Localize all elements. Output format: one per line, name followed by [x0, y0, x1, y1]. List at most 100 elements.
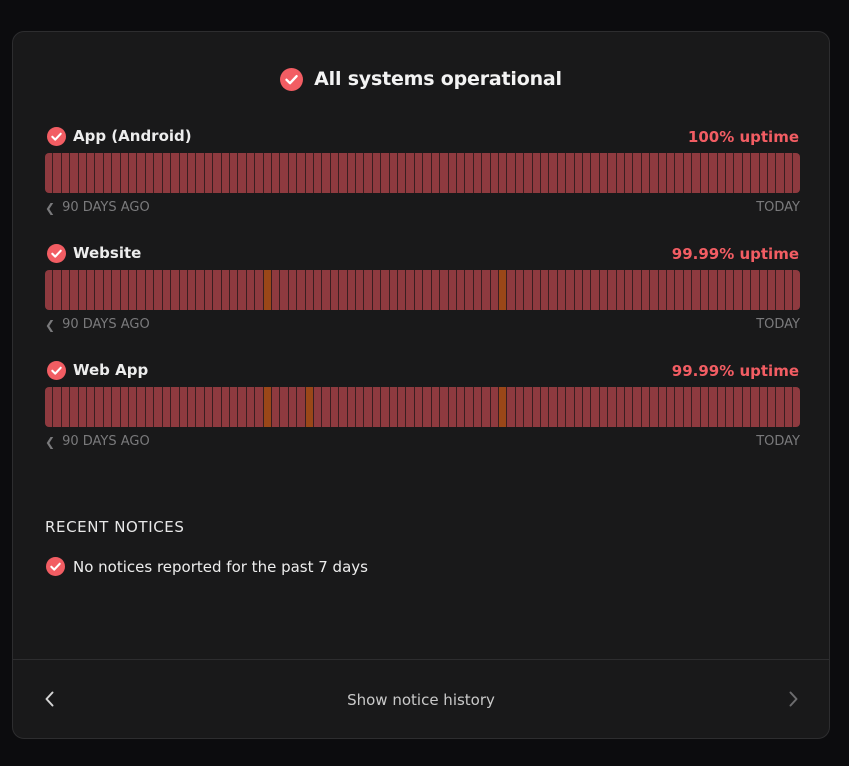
uptime-day[interactable]: [204, 270, 214, 310]
uptime-day[interactable]: [549, 153, 558, 193]
uptime-day[interactable]: [381, 153, 390, 193]
uptime-day[interactable]: [498, 153, 508, 193]
uptime-day[interactable]: [162, 387, 172, 427]
uptime-day[interactable]: [297, 270, 306, 310]
uptime-day[interactable]: [633, 387, 642, 427]
uptime-day[interactable]: [482, 387, 491, 427]
uptime-day[interactable]: [137, 387, 146, 427]
uptime-day[interactable]: [574, 270, 583, 310]
uptime-day[interactable]: [524, 270, 533, 310]
uptime-day[interactable]: [297, 387, 306, 427]
uptime-day[interactable]: [330, 270, 340, 310]
uptime-day[interactable]: [717, 153, 726, 193]
uptime-day[interactable]: [187, 387, 197, 427]
uptime-day[interactable]: [490, 387, 499, 427]
uptime-day[interactable]: [793, 387, 800, 427]
uptime-day[interactable]: [784, 270, 794, 310]
uptime-day[interactable]: [482, 153, 491, 193]
uptime-day[interactable]: [709, 153, 718, 193]
uptime-day[interactable]: [45, 153, 54, 193]
uptime-day[interactable]: [213, 270, 222, 310]
uptime-day[interactable]: [288, 153, 298, 193]
uptime-day[interactable]: [78, 270, 88, 310]
uptime-day[interactable]: [305, 153, 314, 193]
uptime-day[interactable]: [532, 153, 541, 193]
uptime-day[interactable]: [339, 153, 348, 193]
uptime-day[interactable]: [515, 270, 525, 310]
uptime-day[interactable]: [532, 387, 541, 427]
uptime-day[interactable]: [87, 153, 96, 193]
uptime-day[interactable]: [683, 387, 693, 427]
uptime-day[interactable]: [709, 270, 718, 310]
uptime-day[interactable]: [776, 153, 785, 193]
uptime-day[interactable]: [95, 153, 104, 193]
uptime-day[interactable]: [255, 270, 264, 310]
uptime-day[interactable]: [700, 387, 710, 427]
uptime-day[interactable]: [120, 270, 130, 310]
uptime-day[interactable]: [414, 387, 424, 427]
uptime-day[interactable]: [221, 387, 230, 427]
uptime-day[interactable]: [179, 387, 188, 427]
uptime-day[interactable]: [515, 387, 525, 427]
uptime-day[interactable]: [776, 387, 785, 427]
uptime-day[interactable]: [751, 270, 760, 310]
uptime-day[interactable]: [129, 270, 138, 310]
uptime-day[interactable]: [448, 387, 457, 427]
uptime-day[interactable]: [641, 387, 651, 427]
uptime-day[interactable]: [524, 153, 533, 193]
uptime-day[interactable]: [473, 387, 483, 427]
uptime-day[interactable]: [633, 153, 642, 193]
uptime-day[interactable]: [112, 153, 121, 193]
uptime-day[interactable]: [625, 270, 634, 310]
uptime-day[interactable]: [658, 387, 668, 427]
uptime-day[interactable]: [591, 270, 600, 310]
uptime-day[interactable]: [692, 387, 701, 427]
uptime-day[interactable]: [87, 387, 96, 427]
uptime-day[interactable]: [137, 153, 146, 193]
uptime-day[interactable]: [440, 270, 449, 310]
uptime-day[interactable]: [734, 153, 743, 193]
uptime-day[interactable]: [196, 153, 205, 193]
uptime-day[interactable]: [414, 270, 424, 310]
uptime-day[interactable]: [574, 387, 583, 427]
uptime-day[interactable]: [389, 153, 399, 193]
uptime-day[interactable]: [196, 387, 205, 427]
uptime-day[interactable]: [591, 387, 600, 427]
uptime-day[interactable]: [406, 387, 415, 427]
uptime-day[interactable]: [221, 153, 230, 193]
uptime-day[interactable]: [793, 270, 800, 310]
uptime-day[interactable]: [364, 387, 373, 427]
uptime-day[interactable]: [356, 270, 365, 310]
uptime-day[interactable]: [145, 153, 155, 193]
uptime-day[interactable]: [583, 270, 592, 310]
uptime-day[interactable]: [507, 153, 516, 193]
uptime-day[interactable]: [372, 153, 382, 193]
uptime-day[interactable]: [330, 387, 340, 427]
uptime-day[interactable]: [625, 387, 634, 427]
uptime-day[interactable]: [700, 270, 710, 310]
uptime-day[interactable]: [641, 270, 651, 310]
uptime-day[interactable]: [314, 387, 323, 427]
uptime-day[interactable]: [179, 270, 188, 310]
uptime-day[interactable]: [322, 387, 331, 427]
uptime-day[interactable]: [213, 387, 222, 427]
uptime-day[interactable]: [398, 387, 407, 427]
uptime-day[interactable]: [675, 270, 684, 310]
uptime-day[interactable]: [423, 153, 432, 193]
uptime-day[interactable]: [742, 270, 752, 310]
uptime-day[interactable]: [566, 270, 575, 310]
uptime-day[interactable]: [456, 387, 466, 427]
uptime-day[interactable]: [162, 270, 172, 310]
uptime-day[interactable]: [154, 153, 163, 193]
uptime-day[interactable]: [784, 153, 794, 193]
uptime-day[interactable]: [465, 270, 474, 310]
uptime-day[interactable]: [767, 387, 777, 427]
uptime-day[interactable]: [692, 270, 701, 310]
uptime-day[interactable]: [683, 270, 693, 310]
uptime-day[interactable]: [759, 387, 768, 427]
uptime-day[interactable]: [229, 387, 239, 427]
uptime-day[interactable]: [271, 153, 281, 193]
uptime-day[interactable]: [734, 270, 743, 310]
uptime-day[interactable]: [507, 387, 516, 427]
uptime-day[interactable]: [507, 270, 516, 310]
